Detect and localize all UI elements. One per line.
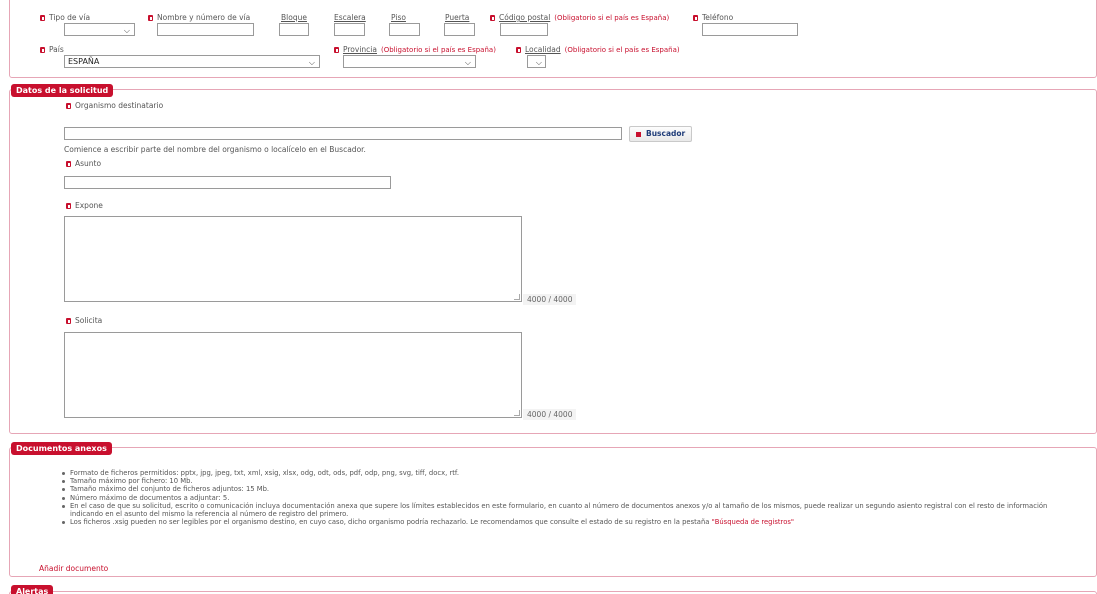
asunto-label: Asunto	[66, 159, 101, 168]
localidad-label: Localidad (Obligatorio si el país es Espa…	[516, 45, 680, 54]
busqueda-registros-link[interactable]: "Búsqueda de registros"	[712, 518, 794, 526]
required-icon	[40, 47, 45, 53]
tipo-via-select[interactable]: ⌵	[64, 23, 135, 36]
required-icon	[148, 15, 153, 21]
resize-handle[interactable]	[514, 410, 520, 416]
required-icon	[66, 103, 71, 109]
provincia-select[interactable]: ⌵	[343, 55, 476, 68]
alertas-legend: Alertas	[11, 585, 54, 594]
expone-textarea[interactable]	[64, 216, 522, 302]
list-item: Los ficheros .xsig pueden no ser legible…	[62, 518, 1082, 526]
required-icon	[40, 15, 45, 21]
list-item: Número máximo de documentos a adjuntar: …	[62, 494, 1082, 502]
required-icon	[490, 15, 495, 21]
list-item: Tamaño máximo del conjunto de ficheros a…	[62, 485, 1082, 493]
pais-label: País	[40, 45, 64, 54]
codigo-postal-input[interactable]	[500, 23, 548, 36]
documentos-list: Formato de ficheros permitidos: pptx, jp…	[62, 469, 1082, 526]
chevron-down-icon: ⌵	[464, 58, 471, 67]
bloque-label: Bloque	[281, 13, 307, 22]
buscador-button[interactable]: Buscador	[629, 126, 693, 142]
required-icon	[693, 15, 698, 21]
organismo-input[interactable]	[64, 127, 622, 140]
chevron-down-icon: ⌵	[123, 26, 130, 35]
solicitud-legend: Datos de la solicitud	[11, 84, 114, 97]
escalera-input[interactable]	[334, 23, 365, 36]
expone-counter: 4000 / 4000	[523, 294, 577, 305]
pais-select[interactable]: ESPAÑA ⌵	[64, 55, 320, 68]
puerta-label: Puerta	[445, 13, 470, 22]
piso-label: Piso	[391, 13, 406, 22]
expone-label: Expone	[66, 201, 103, 210]
solicita-label: Solicita	[66, 316, 102, 325]
list-item: En el caso de que su solicitud, escrito …	[62, 502, 1082, 518]
solicita-counter: 4000 / 4000	[523, 409, 577, 420]
documentos-legend: Documentos anexos	[11, 442, 112, 455]
search-icon	[636, 131, 641, 137]
organismo-label: Organismo destinatario	[66, 101, 163, 110]
nombre-via-input[interactable]	[157, 23, 254, 36]
add-document-link[interactable]: Añadir documento	[39, 564, 108, 573]
required-icon	[334, 47, 339, 53]
chevron-down-icon: ⌵	[308, 58, 315, 67]
telefono-label: Teléfono	[693, 13, 733, 22]
required-icon	[66, 203, 71, 209]
provincia-label: Provincia (Obligatorio si el país es Espa…	[334, 45, 496, 54]
nombre-via-label: Nombre y número de vía	[148, 13, 250, 22]
list-item: Formato de ficheros permitidos: pptx, jp…	[62, 469, 1082, 477]
telefono-input[interactable]	[702, 23, 798, 36]
puerta-input[interactable]	[444, 23, 475, 36]
asunto-input[interactable]	[64, 176, 391, 189]
solicita-textarea[interactable]	[64, 332, 522, 418]
required-icon	[66, 318, 71, 324]
bloque-input[interactable]	[279, 23, 309, 36]
tipo-via-label: Tipo de vía	[40, 13, 90, 22]
codigo-postal-label: Código postal (Obligatorio si el país es …	[490, 13, 669, 22]
chevron-down-icon: ⌵	[535, 58, 542, 67]
required-icon	[516, 47, 521, 53]
piso-input[interactable]	[389, 23, 420, 36]
escalera-label: Escalera	[334, 13, 366, 22]
required-icon	[66, 161, 71, 167]
list-item: Tamaño máximo por fichero: 10 Mb.	[62, 477, 1082, 485]
localidad-select[interactable]: ⌵	[527, 55, 546, 68]
resize-handle[interactable]	[514, 294, 520, 300]
organismo-help: Comience a escribir parte del nombre del…	[64, 145, 366, 154]
